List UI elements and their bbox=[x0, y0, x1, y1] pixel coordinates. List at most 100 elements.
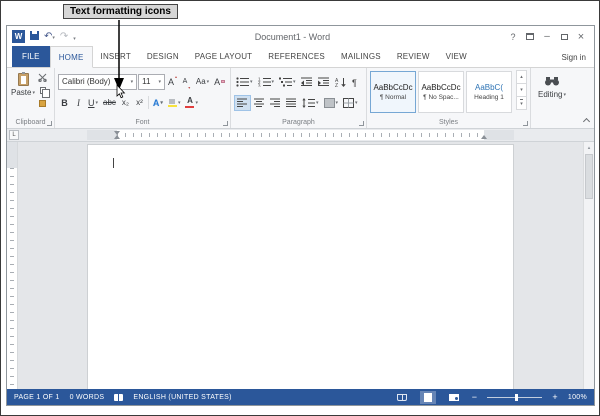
tab-selector-button[interactable] bbox=[9, 130, 19, 140]
format-painter-button[interactable] bbox=[36, 97, 49, 110]
cut-button[interactable] bbox=[36, 71, 49, 84]
text-effects-button[interactable]: A bbox=[151, 95, 165, 111]
line-spacing-button[interactable] bbox=[300, 95, 321, 111]
tab-home[interactable]: HOME bbox=[49, 46, 93, 68]
hanging-indent-marker[interactable] bbox=[114, 135, 120, 139]
right-indent-marker[interactable] bbox=[481, 135, 487, 139]
show-hide-pilcrow-button[interactable]: ¶ bbox=[350, 74, 363, 90]
style-no-spacing[interactable]: AaBbCcDc ¶ No Spac... bbox=[418, 71, 464, 113]
multilevel-list-button[interactable] bbox=[277, 74, 298, 90]
italic-button[interactable]: I bbox=[72, 95, 85, 111]
proofing-status-icon[interactable] bbox=[114, 393, 124, 401]
font-size-combobox[interactable]: 11 bbox=[138, 73, 165, 90]
styles-more-icon[interactable] bbox=[516, 96, 527, 110]
multilevel-list-icon bbox=[279, 77, 293, 87]
zoom-out-button[interactable]: − bbox=[472, 392, 478, 402]
decrease-indent-button[interactable] bbox=[299, 74, 315, 90]
strikethrough-button[interactable]: abc bbox=[101, 95, 118, 111]
restore-button[interactable] bbox=[560, 33, 568, 40]
tab-references[interactable]: REFERENCES bbox=[260, 46, 333, 67]
increase-indent-button[interactable] bbox=[316, 74, 332, 90]
zoom-slider[interactable] bbox=[487, 393, 543, 401]
read-mode-button[interactable] bbox=[394, 391, 410, 404]
minimize-button[interactable] bbox=[543, 31, 551, 42]
highlight-color-button[interactable] bbox=[166, 95, 183, 111]
clipboard-dialog-launcher-icon[interactable] bbox=[47, 121, 52, 126]
font-dialog-launcher-icon[interactable] bbox=[223, 121, 228, 126]
editing-button[interactable]: Editing bbox=[534, 71, 570, 99]
paragraph-dialog-launcher-icon[interactable] bbox=[359, 121, 364, 126]
word-logo-icon bbox=[12, 30, 25, 43]
scroll-up-icon[interactable] bbox=[584, 142, 594, 153]
tab-review[interactable]: REVIEW bbox=[389, 46, 438, 67]
bullets-button[interactable] bbox=[234, 74, 255, 90]
sign-in-link[interactable]: Sign in bbox=[562, 53, 594, 62]
zoom-in-button[interactable]: + bbox=[552, 392, 558, 402]
copy-icon bbox=[39, 87, 50, 98]
redo-button[interactable] bbox=[60, 31, 68, 42]
document-page[interactable] bbox=[87, 144, 514, 389]
superscript-button[interactable]: x² bbox=[133, 95, 146, 111]
sort-button[interactable]: AZ bbox=[333, 74, 349, 90]
editing-group: Editing bbox=[531, 68, 573, 128]
document-area bbox=[7, 142, 594, 389]
paste-button[interactable]: Paste bbox=[10, 71, 36, 110]
subscript-button[interactable]: x₂ bbox=[119, 95, 132, 111]
print-layout-button[interactable] bbox=[419, 390, 436, 404]
justify-button[interactable] bbox=[284, 95, 299, 111]
numbering-button[interactable]: 123 bbox=[256, 74, 277, 90]
shading-button[interactable] bbox=[322, 95, 341, 111]
paste-label: Paste bbox=[11, 88, 35, 97]
align-left-button[interactable] bbox=[234, 94, 251, 111]
style-normal[interactable]: AaBbCcDc ¶ Normal bbox=[370, 71, 416, 113]
scrollbar-thumb[interactable] bbox=[585, 154, 593, 199]
ribbon-display-options-button[interactable] bbox=[526, 33, 534, 40]
page-indicator[interactable]: PAGE 1 OF 1 bbox=[14, 394, 60, 401]
tab-view[interactable]: VIEW bbox=[438, 46, 475, 67]
styles-group: AaBbCcDc ¶ Normal AaBbCcDc ¶ No Spac... … bbox=[367, 68, 531, 128]
underline-button[interactable]: U bbox=[86, 95, 100, 111]
styles-scroll-down-icon[interactable] bbox=[516, 83, 527, 97]
style-heading-1[interactable]: AaBbC( Heading 1 bbox=[466, 71, 512, 113]
clear-formatting-letter: A bbox=[214, 76, 221, 87]
bold-button[interactable]: B bbox=[58, 95, 71, 111]
styles-dialog-launcher-icon[interactable] bbox=[523, 121, 528, 126]
undo-dropdown-arrow-icon[interactable] bbox=[52, 31, 55, 41]
horizontal-ruler bbox=[7, 129, 594, 142]
web-layout-button[interactable] bbox=[446, 391, 462, 404]
sort-icon: AZ bbox=[335, 77, 347, 87]
close-button[interactable] bbox=[577, 31, 585, 43]
grow-font-button[interactable]: A bbox=[166, 74, 179, 90]
strikethrough-letters: abc bbox=[103, 98, 116, 107]
font-name-combobox[interactable]: Calibri (Body) bbox=[58, 73, 138, 90]
collapse-ribbon-icon[interactable] bbox=[582, 117, 591, 126]
align-center-button[interactable] bbox=[252, 95, 267, 111]
tab-insert[interactable]: INSERT bbox=[93, 46, 139, 67]
zoom-level[interactable]: 100% bbox=[568, 394, 587, 401]
tab-design[interactable]: DESIGN bbox=[139, 46, 187, 67]
tab-file[interactable]: FILE bbox=[12, 46, 50, 67]
copy-button[interactable] bbox=[36, 84, 50, 98]
shrink-font-button[interactable]: A bbox=[180, 74, 193, 90]
increase-indent-icon bbox=[317, 77, 330, 87]
borders-button[interactable] bbox=[341, 95, 360, 111]
font-color-button[interactable]: A bbox=[183, 95, 200, 111]
word-count[interactable]: 0 WORDS bbox=[70, 394, 105, 401]
help-button[interactable] bbox=[509, 32, 517, 42]
styles-scroll-up-icon[interactable] bbox=[516, 70, 527, 84]
font-color-icon: A bbox=[185, 97, 195, 108]
paragraph-group-label: Paragraph bbox=[282, 119, 315, 126]
vertical-scrollbar[interactable] bbox=[583, 142, 594, 389]
save-button[interactable] bbox=[30, 31, 39, 42]
borders-icon bbox=[343, 97, 355, 108]
change-case-button[interactable]: Aa bbox=[194, 74, 211, 90]
align-right-button[interactable] bbox=[268, 95, 283, 111]
undo-button[interactable] bbox=[44, 31, 55, 42]
ribbon: Paste Clipboard Calibri (Body) 11 A bbox=[7, 68, 594, 129]
tab-mailings[interactable]: MAILINGS bbox=[333, 46, 389, 67]
clear-formatting-button[interactable]: A bbox=[212, 74, 227, 90]
zoom-slider-thumb[interactable] bbox=[514, 393, 518, 401]
language-indicator[interactable]: ENGLISH (UNITED STATES) bbox=[133, 394, 231, 401]
tab-page-layout[interactable]: PAGE LAYOUT bbox=[187, 46, 260, 67]
style-sample: AaBbC( bbox=[474, 83, 503, 92]
